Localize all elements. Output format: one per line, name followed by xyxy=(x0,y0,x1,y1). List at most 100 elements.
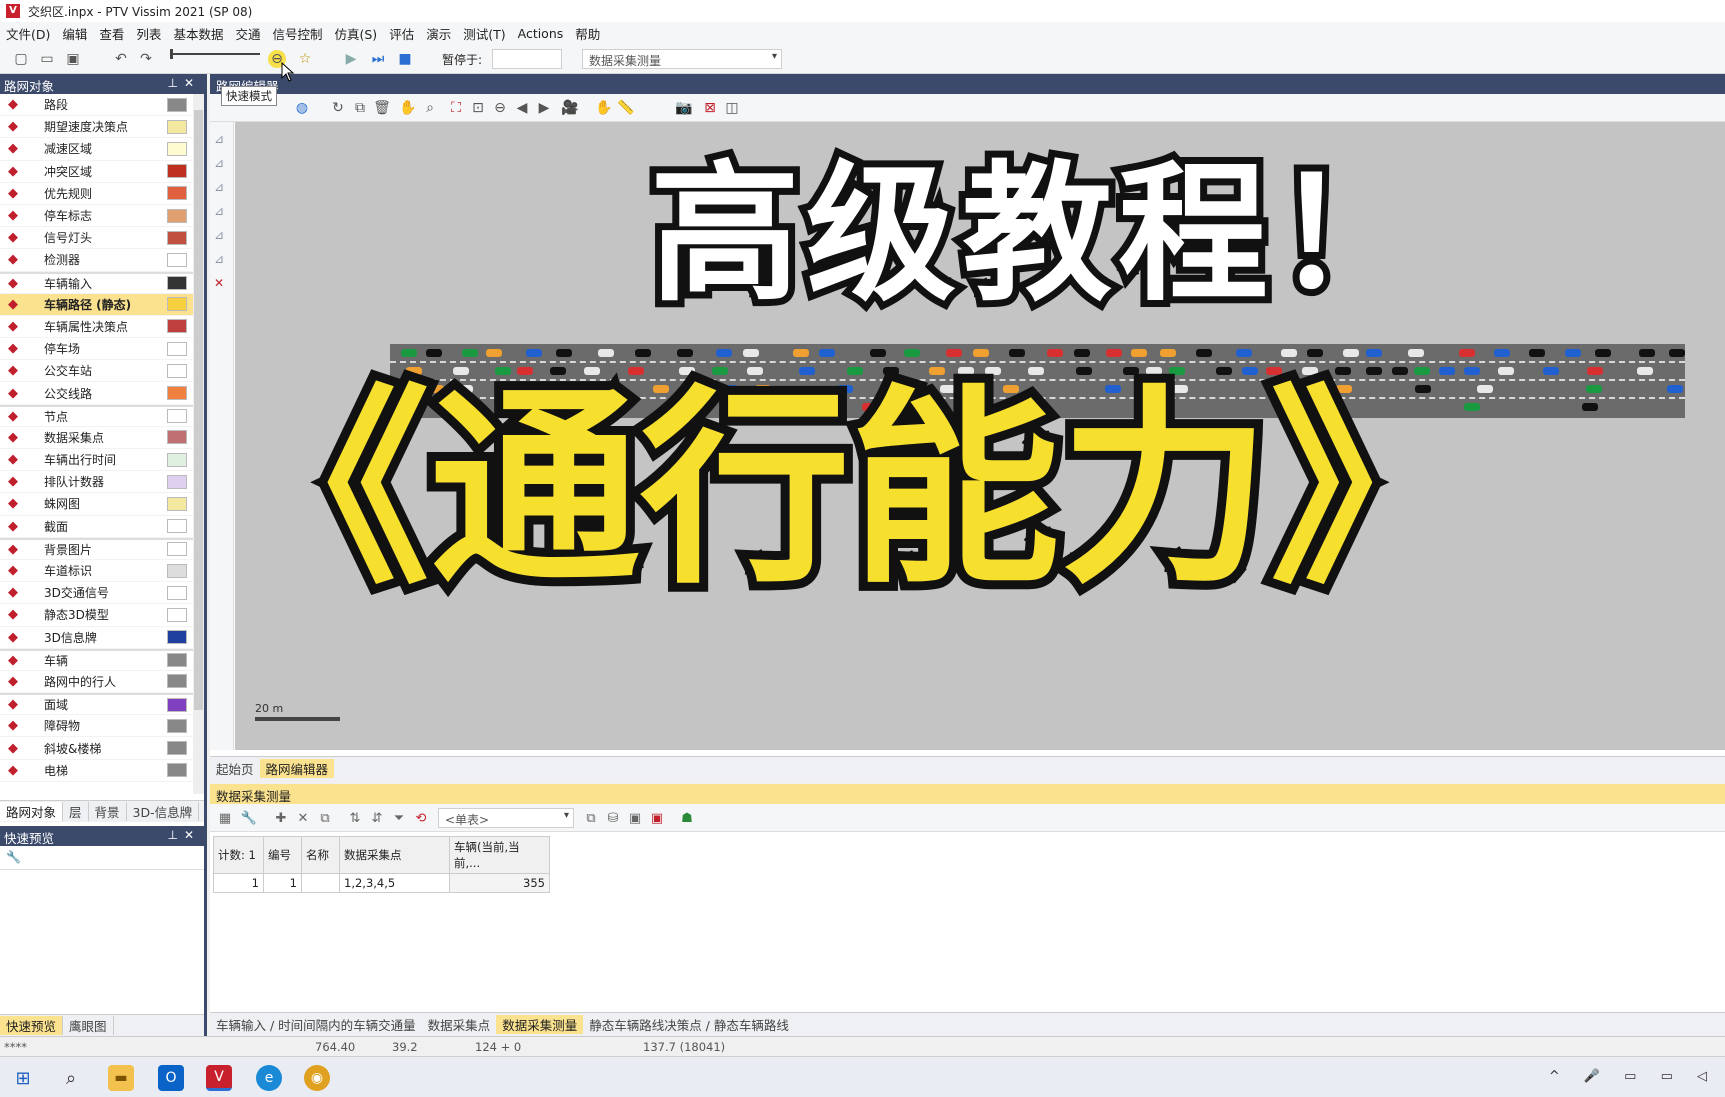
side-tool-icon[interactable]: ⊿ xyxy=(214,180,230,196)
forward-icon[interactable]: ▶ xyxy=(534,98,554,118)
outlook-icon[interactable]: O xyxy=(158,1065,184,1091)
step-icon[interactable]: ⏭ xyxy=(369,50,387,68)
color-swatch[interactable] xyxy=(167,542,187,557)
tab-backgrounds[interactable]: 背景 xyxy=(89,802,127,821)
undo-icon[interactable]: ↶ xyxy=(112,50,130,68)
menu-file[interactable]: 文件(D) xyxy=(0,24,56,43)
network-object-item[interactable]: ◆ 斜坡&楼梯 xyxy=(0,737,193,760)
delete-icon[interactable]: ✕ xyxy=(294,809,312,827)
pan-hand-icon[interactable]: ✋ xyxy=(398,98,418,118)
color-swatch[interactable] xyxy=(167,674,187,689)
search-icon[interactable]: ⌕ xyxy=(58,1065,84,1091)
menu-base-data[interactable]: 基本数据 xyxy=(167,24,229,43)
hand-tool-icon[interactable]: ✋ xyxy=(594,98,614,118)
color-swatch[interactable] xyxy=(167,252,187,267)
color-swatch[interactable] xyxy=(167,409,187,424)
color-swatch[interactable] xyxy=(167,607,187,622)
menu-simulation[interactable]: 仿真(S) xyxy=(328,24,383,43)
database-icon[interactable]: ⛁ xyxy=(604,809,622,827)
wrench-icon[interactable]: 🔧 xyxy=(240,809,258,827)
network-object-item[interactable]: ◆ 面域 xyxy=(0,693,193,716)
network-object-item[interactable]: ◆ 路网中的行人 xyxy=(0,671,193,694)
zoom-extents-icon[interactable]: ⛶ xyxy=(446,98,466,118)
network-object-item[interactable]: ◆ 公交车站 xyxy=(0,360,193,383)
zoom-out-icon[interactable]: ⊖ xyxy=(490,98,510,118)
network-object-item[interactable]: ◆ 冲突区域 xyxy=(0,161,193,183)
user-icon[interactable]: ☗ xyxy=(678,809,696,827)
color-swatch[interactable] xyxy=(167,585,187,600)
menu-help[interactable]: 帮助 xyxy=(569,24,606,43)
color-swatch[interactable] xyxy=(167,474,187,489)
tab-vehicle-inputs[interactable]: 车辆输入 / 时间间隔内的车辆交通量 xyxy=(210,1015,422,1034)
new-file-icon[interactable]: ▢ xyxy=(12,50,30,68)
3d-mode-icon[interactable]: ◫ xyxy=(722,98,742,118)
scrollbar-thumb[interactable] xyxy=(194,110,203,710)
color-swatch[interactable] xyxy=(167,230,187,245)
copy-icon[interactable]: ⧉ xyxy=(582,809,600,827)
sort-asc-icon[interactable]: ⇅ xyxy=(346,809,364,827)
color-swatch[interactable] xyxy=(167,697,187,712)
stop-icon[interactable]: ■ xyxy=(396,50,414,68)
color-swatch[interactable] xyxy=(167,208,187,223)
edge-icon[interactable]: e xyxy=(256,1065,282,1091)
color-swatch[interactable] xyxy=(167,496,187,511)
zoom-window-icon[interactable]: ⊡ xyxy=(468,98,488,118)
col-count[interactable]: 计数: 1 xyxy=(213,836,264,874)
windows-start-icon[interactable]: ⊞ xyxy=(10,1065,36,1091)
network-object-item[interactable]: ◆ 车辆路径 (静态) xyxy=(0,293,193,316)
network-object-item[interactable]: ◆ 车辆输入 xyxy=(0,271,193,294)
panel-controls[interactable]: ⊥✕ xyxy=(167,76,200,92)
color-swatch[interactable] xyxy=(167,363,187,378)
measure-icon[interactable]: 📏 xyxy=(616,98,636,118)
network-object-item[interactable]: ◆ 优先规则 xyxy=(0,183,193,205)
menu-test[interactable]: 测试(T) xyxy=(457,24,511,43)
color-swatch[interactable] xyxy=(167,452,187,467)
wrench-icon[interactable]: 🔧 xyxy=(0,846,204,870)
system-tray[interactable]: ^ 🎤 ▭ ▭ ◁ xyxy=(1549,1069,1717,1084)
network-object-item[interactable]: ◆ 排队计数器 xyxy=(0,471,193,494)
color-swatch[interactable] xyxy=(167,741,187,756)
tab-3d-info[interactable]: 3D-信息牌 xyxy=(127,802,200,821)
color-swatch[interactable] xyxy=(167,276,187,291)
screenshot-icon[interactable]: 📷 xyxy=(674,98,694,118)
side-tool-icon[interactable]: ⊿ xyxy=(214,204,230,220)
color-swatch[interactable] xyxy=(167,519,187,534)
color-swatch[interactable] xyxy=(167,186,187,201)
view-select[interactable]: 数据采集测量 ▾ xyxy=(582,49,782,69)
color-swatch[interactable] xyxy=(167,119,187,134)
save-icon[interactable]: ▣ xyxy=(626,809,644,827)
filter-icon[interactable]: ⏷ xyxy=(390,809,408,827)
network-object-item[interactable]: ◆ 3D交通信号 xyxy=(0,582,193,605)
side-tool-icon[interactable]: ⊿ xyxy=(214,156,230,172)
color-swatch[interactable] xyxy=(167,430,187,445)
chrome-icon[interactable]: ◉ xyxy=(304,1065,330,1091)
sort-desc-icon[interactable]: ⇵ xyxy=(368,809,386,827)
side-tool-icon[interactable]: ⊿ xyxy=(214,228,230,244)
network-object-item[interactable]: ◆ 车辆 xyxy=(0,648,193,671)
delete-icon[interactable]: 🗑 xyxy=(372,98,392,118)
cell-vehicles[interactable]: 355 xyxy=(449,873,550,893)
color-swatch[interactable] xyxy=(167,563,187,578)
panel-controls[interactable]: ⊥✕ xyxy=(167,828,200,844)
tab-network-editor[interactable]: 路网编辑器 xyxy=(259,759,335,778)
network-object-item[interactable]: ◆ 3D信息牌 xyxy=(0,627,193,649)
col-vehicles[interactable]: 车辆(当前,当前,... xyxy=(449,836,550,874)
tab-start-page[interactable]: 起始页 xyxy=(210,759,260,778)
sync-icon[interactable]: ⊠ xyxy=(700,98,720,118)
color-swatch[interactable] xyxy=(167,341,187,356)
open-file-icon[interactable]: ▭ xyxy=(38,50,56,68)
color-swatch[interactable] xyxy=(167,297,187,312)
back-icon[interactable]: ◀ xyxy=(512,98,532,118)
network-object-item[interactable]: ◆ 车道标识 xyxy=(0,560,193,583)
save-icon[interactable]: ▣ xyxy=(64,50,82,68)
network-object-item[interactable]: ◆ 背景图片 xyxy=(0,537,193,560)
tab-smart-map[interactable]: 鹰眼图 xyxy=(63,1016,114,1035)
table-row[interactable]: 1 1 1,2,3,4,5 355 xyxy=(213,873,550,893)
pause-at-input[interactable] xyxy=(492,49,562,69)
duplicate-icon[interactable]: ⧉ xyxy=(316,809,334,827)
scrollbar[interactable] xyxy=(193,94,204,794)
network-object-item[interactable]: ◆ 电梯 xyxy=(0,760,193,782)
camera-position-icon[interactable]: 🎥 xyxy=(560,98,580,118)
cell-count[interactable]: 1 xyxy=(213,873,264,893)
file-explorer-icon[interactable]: ▬ xyxy=(108,1065,134,1091)
